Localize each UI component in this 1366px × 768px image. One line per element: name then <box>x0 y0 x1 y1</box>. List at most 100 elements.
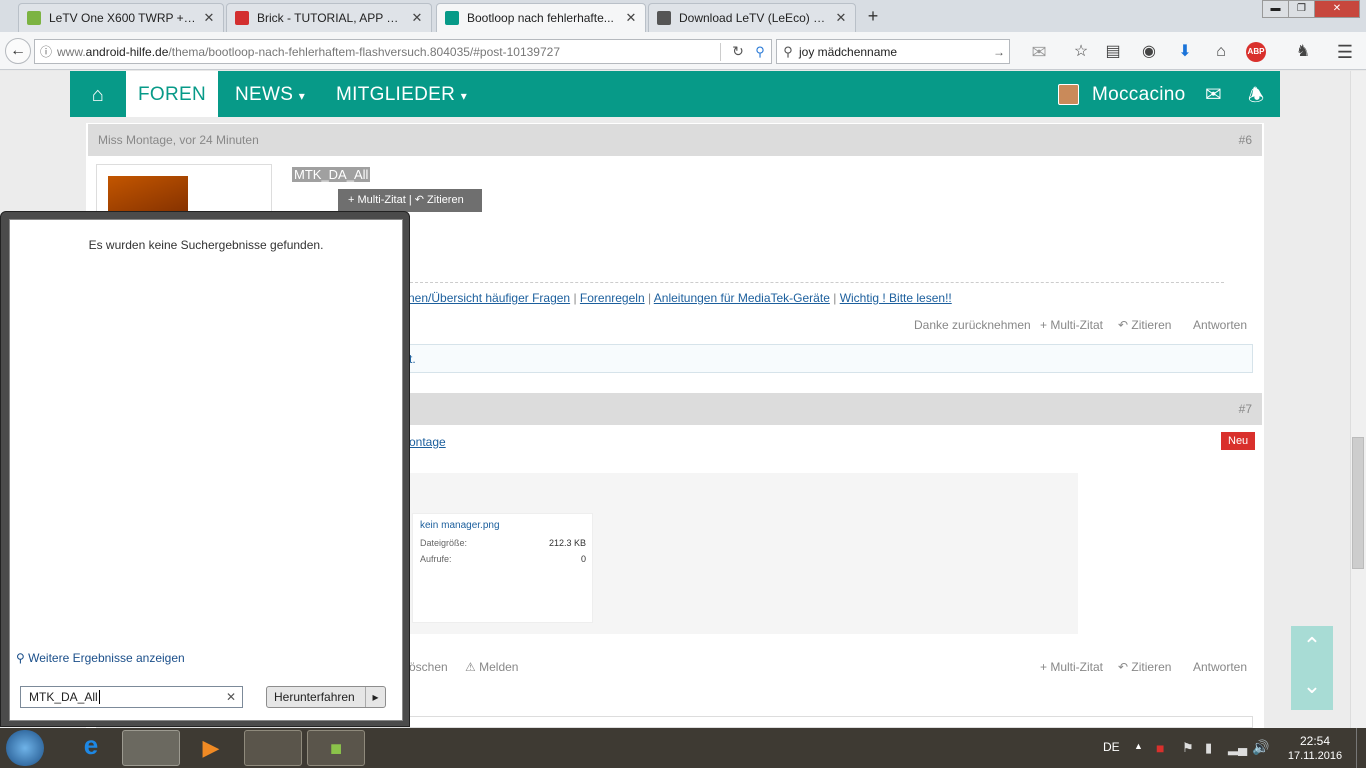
post-author-date: Miss Montage, vor 24 Minuten <box>98 133 259 147</box>
close-icon[interactable]: ✕ <box>625 10 637 26</box>
minimize-button[interactable]: ▬ <box>1262 0 1289 18</box>
shutdown-button[interactable]: Herunterfahren ▸ <box>266 686 386 708</box>
firefox-icon[interactable] <box>244 730 302 766</box>
url-bar[interactable]: ⓘ www.android-hilfe.de/thema/bootloop-na… <box>34 39 772 64</box>
internet-explorer-icon[interactable]: e <box>62 730 120 766</box>
post-number[interactable]: #7 <box>1239 393 1252 425</box>
pocket-icon[interactable]: ◉ <box>1138 41 1160 63</box>
avatar[interactable] <box>1058 84 1079 105</box>
scroll-down-icon[interactable]: ⌄ <box>1291 666 1333 706</box>
attachment-filename[interactable]: kein manager.png <box>420 520 500 531</box>
nav-news[interactable]: NEWS ▾ <box>235 71 305 117</box>
tab-title: LeTV One X600 TWRP + R... <box>49 11 197 25</box>
android-tool-icon[interactable]: ■ <box>307 730 365 766</box>
clock[interactable]: 22:54 17.11.2016 <box>1284 734 1346 762</box>
tab-download-letv[interactable]: Download LeTV (LeEco) St... ✕ <box>648 3 856 32</box>
filesize-label: Dateigröße: <box>420 538 468 548</box>
start-button[interactable] <box>6 730 44 766</box>
reply-button[interactable]: Antworten <box>1193 318 1247 332</box>
signature-links: nen/Übersicht häufiger Fragen | Forenreg… <box>408 291 952 305</box>
battery-icon[interactable]: ▮ <box>1205 740 1212 756</box>
search-results-panel: Es wurden keine Suchergebnisse gefunden.… <box>9 219 403 721</box>
tray-expand-icon[interactable]: ▲ <box>1134 741 1143 751</box>
start-search-input[interactable]: MTK_DA_All ✕ <box>20 686 243 708</box>
back-arrow-icon: ← <box>10 42 26 59</box>
close-icon[interactable]: ✕ <box>411 10 423 26</box>
sig-link-wichtig[interactable]: Wichtig ! Bitte lesen!! <box>840 291 952 305</box>
reply-button[interactable]: Antworten <box>1193 660 1247 674</box>
clock-time: 22:54 <box>1299 734 1331 748</box>
clear-search-icon[interactable]: ✕ <box>226 687 236 707</box>
quote-button[interactable]: ↶ Zitieren <box>1118 318 1171 332</box>
tab-brick-tutorial[interactable]: Brick - TUTORIAL, APP & T... ✕ <box>226 3 432 32</box>
post-author-link[interactable]: ontage <box>409 435 446 449</box>
username-link[interactable]: Moccacino <box>1092 71 1186 117</box>
url-divider <box>720 42 721 61</box>
unlike-button[interactable]: Danke zurücknehmen <box>914 318 1031 332</box>
tab-letv-twrp[interactable]: LeTV One X600 TWRP + R... ✕ <box>18 3 224 32</box>
report-button[interactable]: ⚠ Melden <box>465 660 518 674</box>
forum-nav: ⌂ FOREN NEWS ▾ MITGLIEDER ▾ Moccacino ✉ … <box>70 71 1280 117</box>
reading-list-icon[interactable]: ▤ <box>1102 41 1124 63</box>
close-icon[interactable]: ✕ <box>835 10 847 26</box>
explorer-icon[interactable] <box>122 730 180 766</box>
nav-foren[interactable]: FOREN <box>126 71 218 117</box>
mail-icon[interactable]: ✉ <box>1026 41 1052 63</box>
network-icon[interactable]: ▂▄ <box>1228 740 1247 756</box>
home-icon[interactable]: ⌂ <box>1210 41 1232 63</box>
new-tab-button[interactable]: + <box>862 5 884 27</box>
android-hilfe-favicon-icon <box>445 11 459 25</box>
show-desktop-button[interactable] <box>1356 728 1366 768</box>
search-go-icon[interactable]: → <box>989 45 1009 59</box>
page-scrollbar[interactable] <box>1350 71 1366 728</box>
multi-quote-button[interactable]: + Multi-Zitat <box>1040 660 1103 674</box>
delete-button[interactable]: öschen <box>409 660 448 674</box>
views-value: 0 <box>580 554 586 564</box>
selected-text: MTK_DA_All <box>292 167 371 182</box>
more-results-link[interactable]: ⚲ Weitere Ergebnisse anzeigen <box>16 651 185 665</box>
search-bar[interactable]: ⚲ joy mädchenname → <box>776 39 1010 64</box>
tray-app-icon[interactable]: ■ <box>1156 740 1164 756</box>
signature-divider <box>400 282 1224 283</box>
close-icon[interactable]: ✕ <box>203 10 215 26</box>
sig-link-mediatek[interactable]: Anleitungen für MediaTek-Geräte <box>654 291 830 305</box>
tab-bootloop[interactable]: Bootloop nach fehlerhafte... ✕ <box>436 3 646 32</box>
forum-home-icon[interactable]: ⌂ <box>86 71 110 117</box>
search-input[interactable]: joy mädchenname <box>799 45 989 59</box>
volume-icon[interactable]: 🔊 <box>1252 739 1269 756</box>
star-icon[interactable]: ☆ <box>1070 41 1092 63</box>
tab-strip: LeTV One X600 TWRP + R... ✕ Brick - TUTO… <box>0 0 1366 32</box>
tooltip-multi-quote[interactable]: + Multi-Zitat <box>348 194 406 206</box>
action-center-icon[interactable]: ⚑ <box>1182 740 1194 756</box>
letv-favicon-icon <box>235 11 249 25</box>
post-number[interactable]: #6 <box>1239 124 1252 156</box>
alerts-bell-icon[interactable]: 🕭 <box>1248 71 1264 117</box>
nav-mitglieder[interactable]: MITGLIEDER ▾ <box>336 71 467 117</box>
android-favicon-icon <box>27 11 41 25</box>
download-icon[interactable]: ⬇ <box>1174 41 1196 63</box>
reply-arrow-icon: ↶ <box>414 194 424 206</box>
scrollbar-thumb[interactable] <box>1352 437 1364 569</box>
media-player-icon[interactable]: ▶ <box>182 730 240 766</box>
tab-title: Download LeTV (LeEco) St... <box>679 11 829 25</box>
window-close-button[interactable]: ✕ <box>1314 0 1360 18</box>
magnifier-icon: ⚲ <box>16 651 25 665</box>
extension-icon[interactable]: ♞ <box>1292 41 1314 63</box>
adblock-icon[interactable]: ABP <box>1246 42 1266 62</box>
tab-title: Bootloop nach fehlerhafte... <box>467 11 614 25</box>
shutdown-options-arrow[interactable]: ▸ <box>365 687 385 707</box>
language-indicator[interactable]: DE <box>1103 740 1120 754</box>
tooltip-quote[interactable]: Zitieren <box>427 194 464 206</box>
quote-button[interactable]: ↶ Zitieren <box>1118 660 1171 674</box>
url-search-icon[interactable]: ⚲ <box>749 44 771 60</box>
back-button[interactable]: ← <box>5 38 31 64</box>
reload-icon[interactable]: ↻ <box>727 43 749 60</box>
sig-link-forenregeln[interactable]: Forenregeln <box>580 291 645 305</box>
menu-icon[interactable]: ☰ <box>1334 41 1356 63</box>
site-info-icon[interactable]: ⓘ <box>35 43 57 60</box>
multi-quote-button[interactable]: + Multi-Zitat <box>1040 318 1103 332</box>
sig-link-faq[interactable]: nen/Übersicht häufiger Fragen <box>408 291 570 305</box>
maximize-button[interactable]: ❐ <box>1288 0 1315 18</box>
scroll-up-icon[interactable]: ⌃ <box>1291 626 1333 666</box>
inbox-icon[interactable]: ✉ <box>1205 71 1222 117</box>
